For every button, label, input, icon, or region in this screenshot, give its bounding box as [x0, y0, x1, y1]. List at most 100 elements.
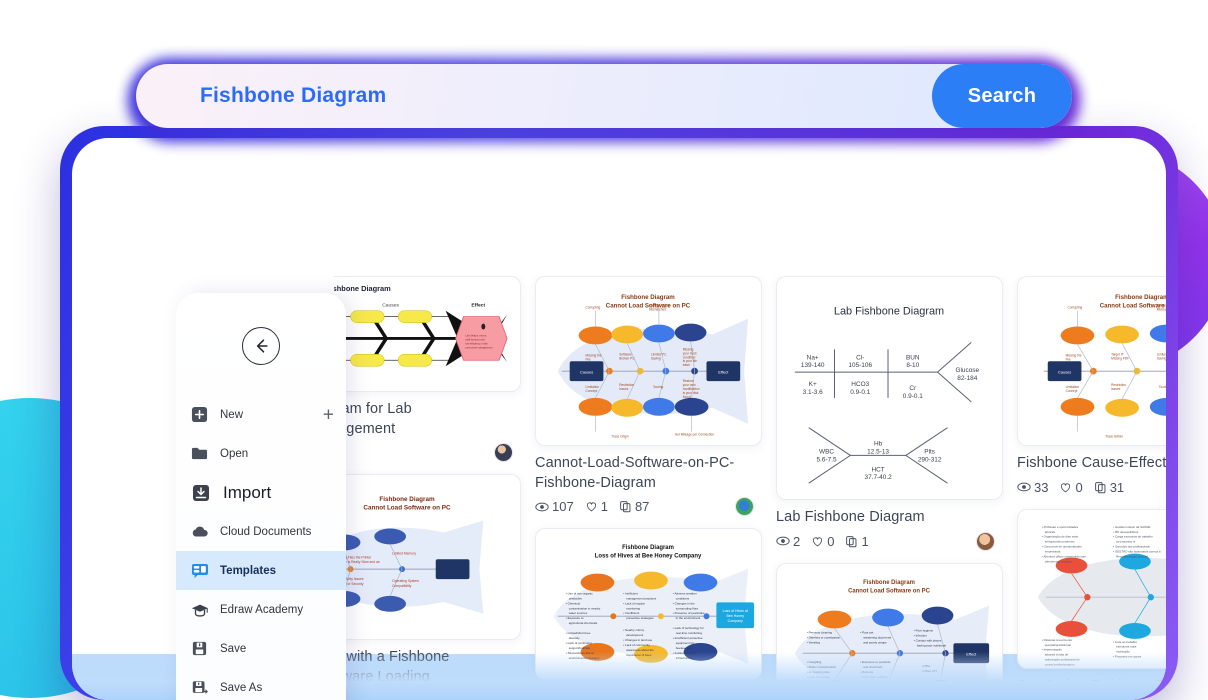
svg-text:contamination in nearby: contamination in nearby	[569, 606, 601, 610]
svg-text:trash: trash	[683, 363, 690, 367]
template-stats: 33 0 31	[1017, 480, 1166, 495]
svg-text:82-184: 82-184	[957, 375, 977, 382]
svg-text:Mismatched: Mismatched	[649, 308, 666, 312]
svg-text:and chemicals: and chemicals	[863, 665, 882, 669]
search-button[interactable]: Search	[932, 64, 1072, 128]
template-title: hooting with a Fishbone for Software Loa…	[334, 649, 450, 685]
stat-likes-value: 1	[600, 499, 608, 515]
template-thumbnail[interactable]: • Profissao e oportunidades laborais • O…	[1017, 508, 1166, 669]
svg-text:Missing PDF: Missing PDF	[1111, 356, 1129, 360]
search-input[interactable]	[136, 64, 932, 128]
svg-text:preventive strategies: preventive strategies	[626, 616, 654, 620]
svg-text:Effect: Effect	[718, 370, 729, 375]
svg-text:• Lack of continuing: • Lack of continuing	[566, 641, 592, 645]
sidebar-item-edraw-academy[interactable]: Edraw Academy	[176, 590, 346, 629]
svg-text:ao processo is: ao processo is	[1116, 539, 1136, 543]
import-icon	[190, 482, 212, 504]
fishbone-illustration: Fishbone Diagram Cannot Load Software on…	[557, 294, 749, 439]
svg-text:motivação: motivação	[1116, 649, 1130, 653]
svg-text:12.5-13: 12.5-13	[867, 448, 889, 455]
stat-views: 33	[1017, 480, 1048, 495]
svg-text:Lab Fishbone Diagram: Lab Fishbone Diagram	[834, 306, 944, 318]
stat-copies-value: 87	[634, 499, 650, 515]
svg-text:found: found	[683, 395, 691, 399]
eye-icon	[1017, 482, 1031, 492]
svg-text:low efficiency in lab: low efficiency in lab	[465, 341, 488, 345]
template-card[interactable]: Fishbone Diagram Cannot Load Software on…	[535, 276, 762, 517]
sidebar-item-save-as[interactable]: Save As	[176, 668, 346, 700]
svg-text:Reconfiguração pessoal: Reconfiguração pessoal	[1116, 554, 1148, 558]
add-new-button[interactable]: +	[323, 405, 334, 424]
svg-text:beekeepers: beekeepers	[676, 646, 692, 650]
svg-text:• Abertura officio conservado: • Abertura officio conservado com	[1042, 554, 1087, 558]
svg-text:Compatibility: Compatibility	[392, 584, 412, 588]
template-card[interactable]: Fishbone Diagram Cannot Load Software on…	[334, 474, 521, 700]
sidebar-item-cloud-documents[interactable]: Cloud Documents	[176, 512, 346, 551]
sidebar: New + Open Import Cloud Documents Templa…	[176, 293, 346, 700]
svg-text:• Stress/stress due to: • Stress/stress due to	[566, 651, 594, 655]
svg-text:• Carga excessiva de trabalho: • Carga excessiva de trabalho	[1113, 534, 1153, 538]
template-card[interactable]: Lab Fishbone Diagram Na+ 139-140 Cl- 105-1…	[776, 276, 1003, 551]
template-card[interactable]: Lab fishbone Diagram Causes Effect	[334, 276, 521, 463]
sidebar-item-templates[interactable]: Templates	[176, 551, 346, 590]
svg-text:0.9-0.1: 0.9-0.1	[850, 389, 870, 396]
svg-text:pesticides: pesticides	[569, 596, 583, 600]
svg-text:laborais à falta de: laborais à falta de	[1045, 652, 1069, 656]
svg-text:Causes: Causes	[1058, 370, 1071, 375]
template-stats: l 15	[334, 443, 521, 463]
template-thumbnail[interactable]: Fishbone Diagram Cannot Load Software on…	[776, 562, 1003, 700]
svg-text:37.7-40.2: 37.7-40.2	[865, 474, 893, 481]
sidebar-item-open[interactable]: Open	[176, 434, 346, 473]
avatar	[735, 497, 754, 517]
template-thumbnail[interactable]: Fishbone Diagram Cannot Load Software on…	[535, 276, 762, 446]
sidebar-item-new[interactable]: New +	[176, 395, 346, 434]
save-disk-icon	[190, 639, 209, 658]
template-card[interactable]: Fishbone Diagram Loss of Hives at Bee Ho…	[535, 528, 762, 700]
svg-text:• Lack of exercise: • Lack of exercise	[807, 675, 831, 679]
svg-text:Broken PC: Broken PC	[619, 356, 635, 360]
template-stats: 2 0 1	[776, 531, 1003, 551]
svg-text:BUN: BUN	[906, 354, 920, 361]
template-thumbnail[interactable]: Lab fishbone Diagram Causes Effect	[334, 276, 521, 392]
template-thumbnail[interactable]: Fishbone Diagram Loss of Hives at Bee Ho…	[535, 528, 762, 681]
svg-text:Mismatched: Mismatched	[1157, 308, 1166, 312]
sidebar-item-import[interactable]: Import	[176, 473, 346, 512]
svg-text:Lab delays, errors,: Lab delays, errors,	[465, 333, 487, 337]
svg-text:• Diarrhea or constipation: • Diarrhea or constipation	[807, 635, 841, 639]
template-card[interactable]: Fishbone Diagram Cannot Load Software on…	[776, 562, 1003, 700]
grid-column-4: Fishbone Diagram Cannot Load Software on…	[1017, 276, 1166, 700]
lab-fishbone-illustration: Lab Fishbone Diagram Na+139-140 Cl-105-1…	[794, 306, 980, 484]
stat-copies-value: 1	[861, 533, 869, 549]
sidebar-item-label: Import	[223, 482, 272, 502]
search-bar[interactable]: Search	[136, 64, 1072, 128]
svg-text:importance of bees: importance of bees	[626, 653, 652, 657]
stat-views-value: 107	[552, 499, 574, 515]
svg-text:• Pollen contamination: • Pollen contamination	[807, 665, 837, 669]
svg-text:Fishbone Diagram: Fishbone Diagram	[622, 545, 674, 551]
svg-text:• on heating plate: • on heating plate	[807, 670, 830, 674]
svg-text:Company: Company	[728, 619, 743, 623]
svg-text:• Lista ao trabalho: • Lista ao trabalho	[1113, 639, 1137, 643]
svg-text:8-10: 8-10	[906, 362, 919, 369]
svg-text:• Contact with places: • Contact with places	[914, 638, 942, 642]
templates-grid[interactable]: Lab fishbone Diagram Causes Effect	[334, 276, 1166, 700]
sidebar-item-label: Save As	[220, 681, 263, 694]
template-title: Fishbone Cause-Effect Di	[1017, 455, 1166, 471]
svg-text:• Adverse weather: • Adverse weather	[673, 592, 697, 596]
sidebar-item-save[interactable]: Save	[176, 629, 346, 668]
template-card[interactable]: Fishbone Diagram Cannot Load Software on…	[1017, 276, 1166, 495]
svg-text:• GESTÃO são bolsonaros acerc: • GESTÃO são bolsonaros acerca a	[1113, 548, 1161, 553]
svg-text:Hb: Hb	[874, 440, 883, 447]
svg-text:• Infection: • Infection	[914, 633, 927, 637]
template-stats: 0 14	[334, 691, 521, 700]
template-thumbnail[interactable]: Lab Fishbone Diagram Na+ 139-140 Cl- 105-1…	[776, 276, 1003, 500]
svg-text:• Lack of regular: • Lack of regular	[623, 601, 645, 605]
svg-text:estruturas mais: estruturas mais	[1116, 644, 1137, 648]
template-card[interactable]: • Profissao e oportunidades laborais • O…	[1017, 508, 1166, 700]
svg-text:diversity: diversity	[569, 636, 580, 640]
svg-text:Trace Admin: Trace Admin	[1105, 435, 1123, 439]
template-thumbnail[interactable]: Fishbone Diagram Cannot Load Software on…	[334, 474, 521, 641]
template-thumbnail[interactable]: Fishbone Diagram Cannot Load Software on…	[1017, 276, 1166, 446]
back-button[interactable]	[242, 327, 280, 365]
svg-text:Operating System: Operating System	[392, 579, 419, 583]
